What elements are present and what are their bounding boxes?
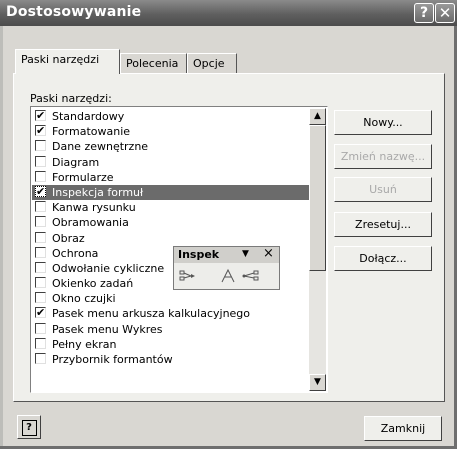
toolbar-checkbox[interactable] [35,140,46,152]
list-item[interactable]: ✔ Formatowanie [32,124,312,139]
toolbar-item-label: Przybornik formantów [52,353,173,366]
toolbar-item-label: Formatowanie [52,125,131,139]
floating-close-icon[interactable]: × [263,246,274,261]
toolbar-item-label: Inspekcja formuł [52,185,144,199]
toolbar-item-label: Odwołanie cykliczne [52,261,165,275]
toolbar-item-label: Dane zewnętrzne [52,140,149,154]
scroll-down-arrow[interactable]: ▼ [309,374,326,391]
list-item[interactable]: ✔ Inspekcja formuł [32,184,312,201]
scroll-thumb[interactable] [309,125,326,271]
new-toolbar-button[interactable]: Nowy... [334,110,432,135]
toolbar-item-label: Pasek menu arkusza kalkulacyjnego [52,307,251,321]
help-question-icon: ? [21,420,37,436]
list-item[interactable]: Diagram [32,155,312,170]
tab-label: Opcje [193,57,225,70]
list-scrollbar[interactable]: ▲ ▼ [309,108,326,391]
window-frame-left [0,26,3,449]
toolbar-checkbox[interactable] [35,292,46,304]
list-item[interactable]: Pełny ekran [32,337,312,352]
attach-button[interactable]: Dołącz... [334,246,432,271]
toolbar-checkbox[interactable]: ✔ [35,125,46,137]
toolbar-item-label: Obramowania [52,216,129,230]
help-title-button[interactable]: ? [414,3,434,23]
trace-error-icon[interactable] [219,268,237,284]
close-icon: ✕ [438,4,452,22]
window-title: Dostosowywanie [6,4,142,20]
list-item[interactable]: Przybornik formantów [32,352,312,367]
floating-toolbar-titlebar[interactable]: Inspek ▼ × [174,246,279,263]
tab-polecenia[interactable]: Polecenia [120,53,187,73]
toolbar-item-label: Standardowy [52,110,125,123]
list-item[interactable]: Okno czujki [32,291,312,306]
toolbar-checkbox[interactable] [35,353,46,364]
toolbar-checkbox[interactable] [35,337,46,349]
list-item[interactable]: Obraz [32,231,312,246]
list-item[interactable]: Dane zewnętrzne [32,139,312,154]
tab-label: Paski narzędzi [21,53,100,66]
help-button[interactable]: ? [17,415,41,439]
scroll-up-arrow[interactable]: ▲ [309,108,326,125]
question-icon: ? [419,5,429,21]
toolbar-checkbox[interactable]: ✔ [35,185,46,197]
rename-label: Zmień nazwę... [340,150,426,163]
close-title-button[interactable]: ✕ [435,3,455,23]
close-button[interactable]: Zamknij [364,416,442,441]
list-item[interactable]: Pasek menu Wykres [32,322,312,337]
trace-dependents-icon[interactable] [242,268,260,284]
toolbar-checkbox[interactable]: ✔ [35,307,46,319]
close-label: Zamknij [380,422,426,435]
attach-label: Dołącz... [359,252,407,265]
toolbar-item-label: Okienko zadań [52,277,134,291]
title-bar: Dostosowywanie ? ✕ [0,0,457,26]
list-item[interactable]: Formularze [32,170,312,185]
trace-precedents-icon[interactable] [179,268,197,284]
tab-label: Polecenia [126,57,179,70]
delete-label: Usuń [369,183,397,196]
rename-button: Zmień nazwę... [334,144,432,169]
dropdown-arrow-icon[interactable]: ▼ [242,249,249,259]
tab-opcje[interactable]: Opcje [187,53,237,73]
toolbar-checkbox[interactable] [35,155,46,167]
toolbar-checkbox[interactable] [35,261,46,273]
toolbar-checkbox[interactable]: ✔ [35,110,46,121]
list-item[interactable]: ✔ Standardowy [32,109,312,124]
reset-button[interactable]: Zresetuj... [334,212,432,237]
toolbar-checkbox[interactable] [35,277,46,289]
toolbar-checkbox[interactable] [35,246,46,258]
toolbar-item-label: Pełny ekran [52,337,117,351]
list-item[interactable]: Obramowania [32,215,312,230]
toolbar-item-label: Pasek menu Wykres [52,322,163,336]
delete-button: Usuń [334,177,432,202]
toolbar-item-label: Obraz [52,231,85,245]
toolbar-checkbox[interactable] [35,201,46,213]
toolbar-item-label: Ochrona [52,246,99,260]
floating-toolbar-title: Inspek [178,248,220,261]
list-item[interactable]: Kanwa rysunku [32,200,312,215]
reset-label: Zresetuj... [355,218,411,231]
toolbar-checkbox[interactable] [35,322,46,334]
toolbar-item-label: Kanwa rysunku [52,201,136,215]
toolbar-item-label: Formularze [52,170,114,184]
toolbar-item-label: Okno czujki [52,292,116,306]
list-item[interactable]: ✔ Pasek menu arkusza kalkulacyjnego [32,306,312,321]
toolbar-checkbox[interactable] [35,231,46,243]
toolbar-checkbox[interactable] [35,216,46,228]
toolbars-list-label: Paski narzędzi: [30,92,112,105]
new-label: Nowy... [363,116,403,129]
tab-paski-narzedzi[interactable]: Paski narzędzi [15,49,120,74]
toolbar-checkbox[interactable] [35,170,46,182]
toolbar-item-label: Diagram [52,155,100,169]
toolbar-items: ✔ Standardowy ✔ Formatowanie Dane zewnętrzne… [32,109,312,367]
floating-toolbar-inspekcja[interactable]: Inspek ▼ × [173,246,280,290]
